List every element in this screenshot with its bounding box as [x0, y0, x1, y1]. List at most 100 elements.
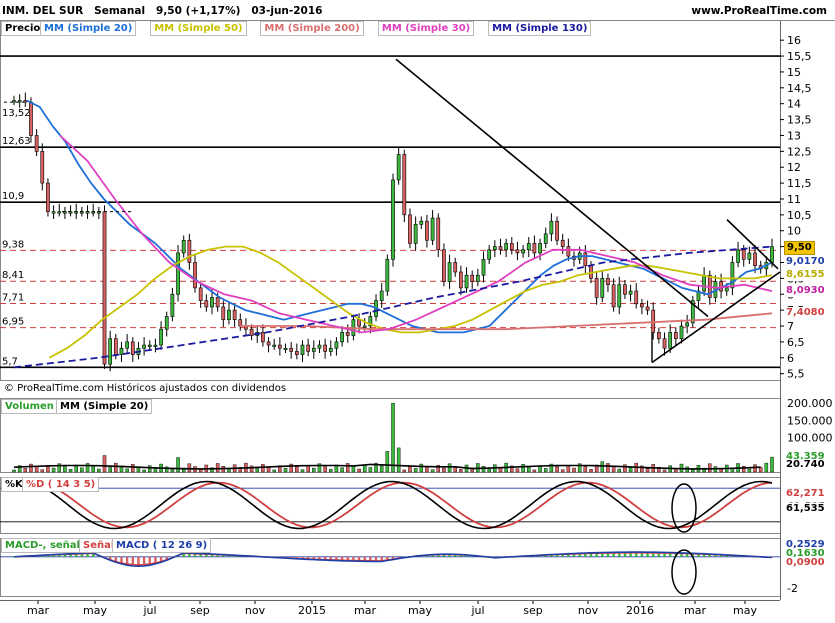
candle-body	[289, 347, 294, 352]
volume-bar	[108, 467, 112, 473]
candle-body	[492, 246, 497, 251]
candle-body	[283, 347, 288, 351]
candle-body	[442, 249, 446, 282]
candle-body	[413, 224, 418, 244]
x-tick-label: jul	[470, 604, 484, 617]
candle-body	[34, 135, 39, 152]
candle-body	[215, 297, 220, 308]
candle-body	[475, 274, 480, 282]
candle-body	[640, 303, 644, 308]
price-tag-1: 9,0170	[784, 255, 827, 268]
volume-bar	[266, 466, 271, 473]
stoch-tag-1: 61,535	[784, 502, 827, 515]
level-label: 6,95	[2, 317, 24, 328]
ma-legend-3: MM (Simple 30)	[377, 21, 475, 36]
macd-tick-label: -2	[787, 582, 798, 595]
candle-body	[753, 252, 757, 266]
site-link[interactable]: www.ProRealTime.com	[691, 5, 827, 17]
candle-body	[153, 344, 158, 347]
volume-bar	[447, 463, 452, 473]
candle-body	[198, 287, 203, 301]
volume-bar	[131, 464, 135, 473]
x-tick-label: may	[408, 604, 432, 617]
candle-body	[249, 328, 254, 336]
candle-body	[119, 347, 124, 355]
candle-body	[221, 306, 226, 320]
volume-bar	[691, 469, 695, 473]
volume-bar	[459, 469, 463, 473]
candle-body	[628, 290, 633, 295]
volume-bar	[23, 468, 28, 473]
volume-bar	[114, 462, 118, 473]
candle-body	[611, 284, 616, 308]
volume-bar	[623, 464, 627, 473]
volume-bar	[80, 467, 84, 473]
candle-body	[741, 249, 746, 260]
volume-bar	[85, 463, 90, 473]
candle-body	[328, 347, 333, 352]
chart-svg: 5,566,577,588,599,51010,51111,51212,5131…	[0, 20, 835, 617]
candle-body	[227, 309, 231, 320]
x-tick-label: sep	[190, 604, 209, 617]
candle-body	[425, 220, 429, 241]
volume-bar	[396, 447, 401, 473]
candle-body	[555, 220, 559, 241]
volume-bar	[323, 466, 327, 473]
candle-body	[526, 243, 531, 251]
candle-body	[108, 338, 113, 365]
candle-body	[142, 344, 146, 349]
candle-body	[515, 249, 520, 254]
volume-bar	[345, 463, 350, 473]
candle-body	[634, 290, 639, 305]
candle-body	[334, 341, 339, 349]
volume-bar	[527, 466, 531, 473]
volume-bar	[560, 469, 565, 473]
candle-body	[419, 220, 424, 225]
volume-bar	[12, 469, 16, 473]
volume-bar	[368, 467, 373, 473]
candle-body	[204, 300, 209, 308]
volume-bar	[153, 468, 158, 473]
candle-body	[311, 347, 316, 352]
candle-body	[606, 278, 610, 286]
macd-label: MACD-, señal	[1, 538, 84, 553]
volume-bar	[645, 468, 650, 473]
stoch-tag-0: 62,271	[784, 488, 827, 501]
volume-bar	[628, 467, 633, 473]
price-tag-4: 7,4080	[784, 307, 827, 320]
candle-body	[600, 278, 605, 298]
instrument-title: INM. DEL SUR	[2, 5, 84, 17]
volume-bar	[215, 463, 220, 473]
x-tick-label: mar	[27, 604, 49, 617]
price-label: Precio	[1, 21, 45, 36]
volume-bar	[198, 469, 203, 473]
volume-bar	[329, 469, 333, 473]
volume-ma-legend: MM (Simple 20)	[56, 399, 153, 414]
y-tick-label: 6	[787, 352, 794, 365]
candle-body	[509, 243, 514, 251]
volume-bar	[142, 469, 146, 473]
panel-frame-0	[0, 20, 781, 381]
candle-body	[306, 344, 311, 352]
volume-bar	[249, 465, 254, 473]
volume-bar	[770, 456, 774, 473]
y-tick-label: 10,5	[787, 209, 812, 222]
volume-bar	[589, 469, 593, 473]
volume-bar	[617, 468, 622, 473]
volume-tick-label: 100.000	[787, 432, 833, 445]
x-tick-label: sep	[523, 604, 542, 617]
candle-body	[345, 332, 350, 336]
volume-bar	[379, 465, 384, 473]
candle-body	[736, 249, 740, 263]
volume-bar	[583, 466, 588, 473]
candle-body	[238, 319, 243, 327]
volume-bar	[442, 467, 446, 473]
volume-bar	[357, 468, 361, 473]
volume-bar	[543, 468, 548, 473]
level-label: 10,9	[2, 191, 24, 202]
y-tick-label: 10	[787, 225, 801, 238]
candle-body	[130, 341, 135, 355]
candle-body	[521, 249, 525, 254]
y-tick-label: 12	[787, 161, 801, 174]
volume-bar	[425, 466, 429, 473]
